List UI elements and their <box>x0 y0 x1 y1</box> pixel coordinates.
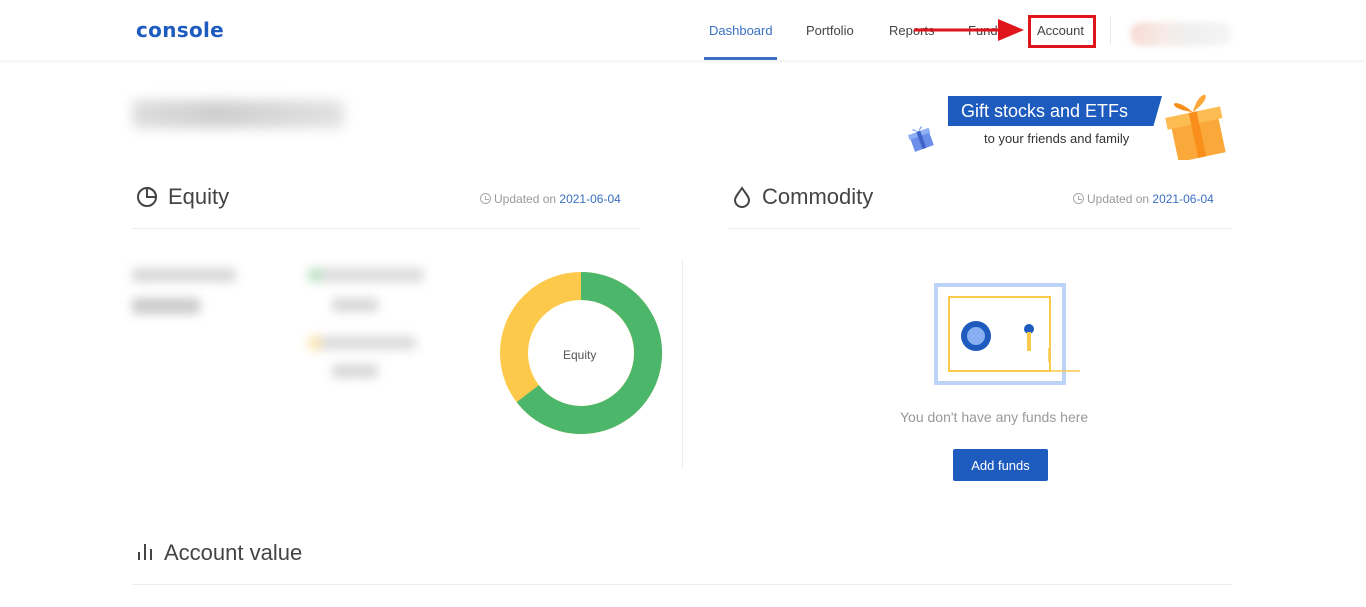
empty-state-text: You don't have any funds here <box>900 409 1089 425</box>
commodity-updated-label: Updated on <box>1087 192 1150 206</box>
account-value-divider <box>132 584 1232 585</box>
commodity-updated: Updated on 2021-06-04 <box>1073 192 1214 206</box>
equity-stat-blurred <box>132 268 236 282</box>
equity-legend-value-blurred <box>332 298 378 312</box>
gift-banner-title: Gift stocks and ETFs <box>961 101 1129 121</box>
gift-banner-subtitle: to your friends and family <box>984 131 1130 146</box>
greeting-blurred <box>132 100 344 128</box>
equity-title: Equity <box>168 184 230 209</box>
commodity-updated-date: 2021-06-04 <box>1152 192 1214 206</box>
equity-value-blurred <box>132 298 200 314</box>
account-highlight-box <box>1028 15 1096 48</box>
clock-icon <box>1073 193 1084 204</box>
equity-updated-date: 2021-06-04 <box>559 192 621 206</box>
drop-icon <box>733 186 751 208</box>
equity-legend-blurred <box>308 268 424 282</box>
commodity-title: Commodity <box>762 184 874 209</box>
gift-stocks-banner[interactable]: Gift stocks and ETFs to your friends and… <box>902 84 1232 160</box>
bar-chart-icon <box>138 544 152 560</box>
top-header: console Dashboard Portfolio Reports Fund… <box>0 0 1366 60</box>
user-profile-menu[interactable] <box>1130 22 1232 46</box>
nav-active-indicator <box>704 57 777 60</box>
nav-dashboard[interactable]: Dashboard <box>709 23 773 38</box>
commodity-divider <box>728 228 1232 229</box>
equity-commodity-separator <box>682 260 683 468</box>
equity-divider <box>132 228 639 229</box>
add-funds-button[interactable]: Add funds <box>953 449 1048 481</box>
equity-updated: Updated on 2021-06-04 <box>480 192 621 206</box>
console-logo[interactable]: console <box>136 18 224 42</box>
annotation-arrow-icon <box>914 19 1024 41</box>
equity-updated-label: Updated on <box>494 192 557 206</box>
empty-safe-illustration <box>934 283 1080 385</box>
clock-icon <box>480 193 491 204</box>
pie-chart-icon <box>137 186 158 207</box>
nav-portfolio[interactable]: Portfolio <box>806 23 854 38</box>
gift-box-large-icon <box>1165 94 1226 160</box>
equity-legend-blurred <box>308 336 416 350</box>
account-value-title: Account value <box>164 540 303 565</box>
equity-legend-value-blurred <box>332 364 378 378</box>
nav-divider <box>1110 16 1111 44</box>
gift-box-small-icon <box>907 126 934 152</box>
donut-center-label: Equity <box>563 348 597 362</box>
